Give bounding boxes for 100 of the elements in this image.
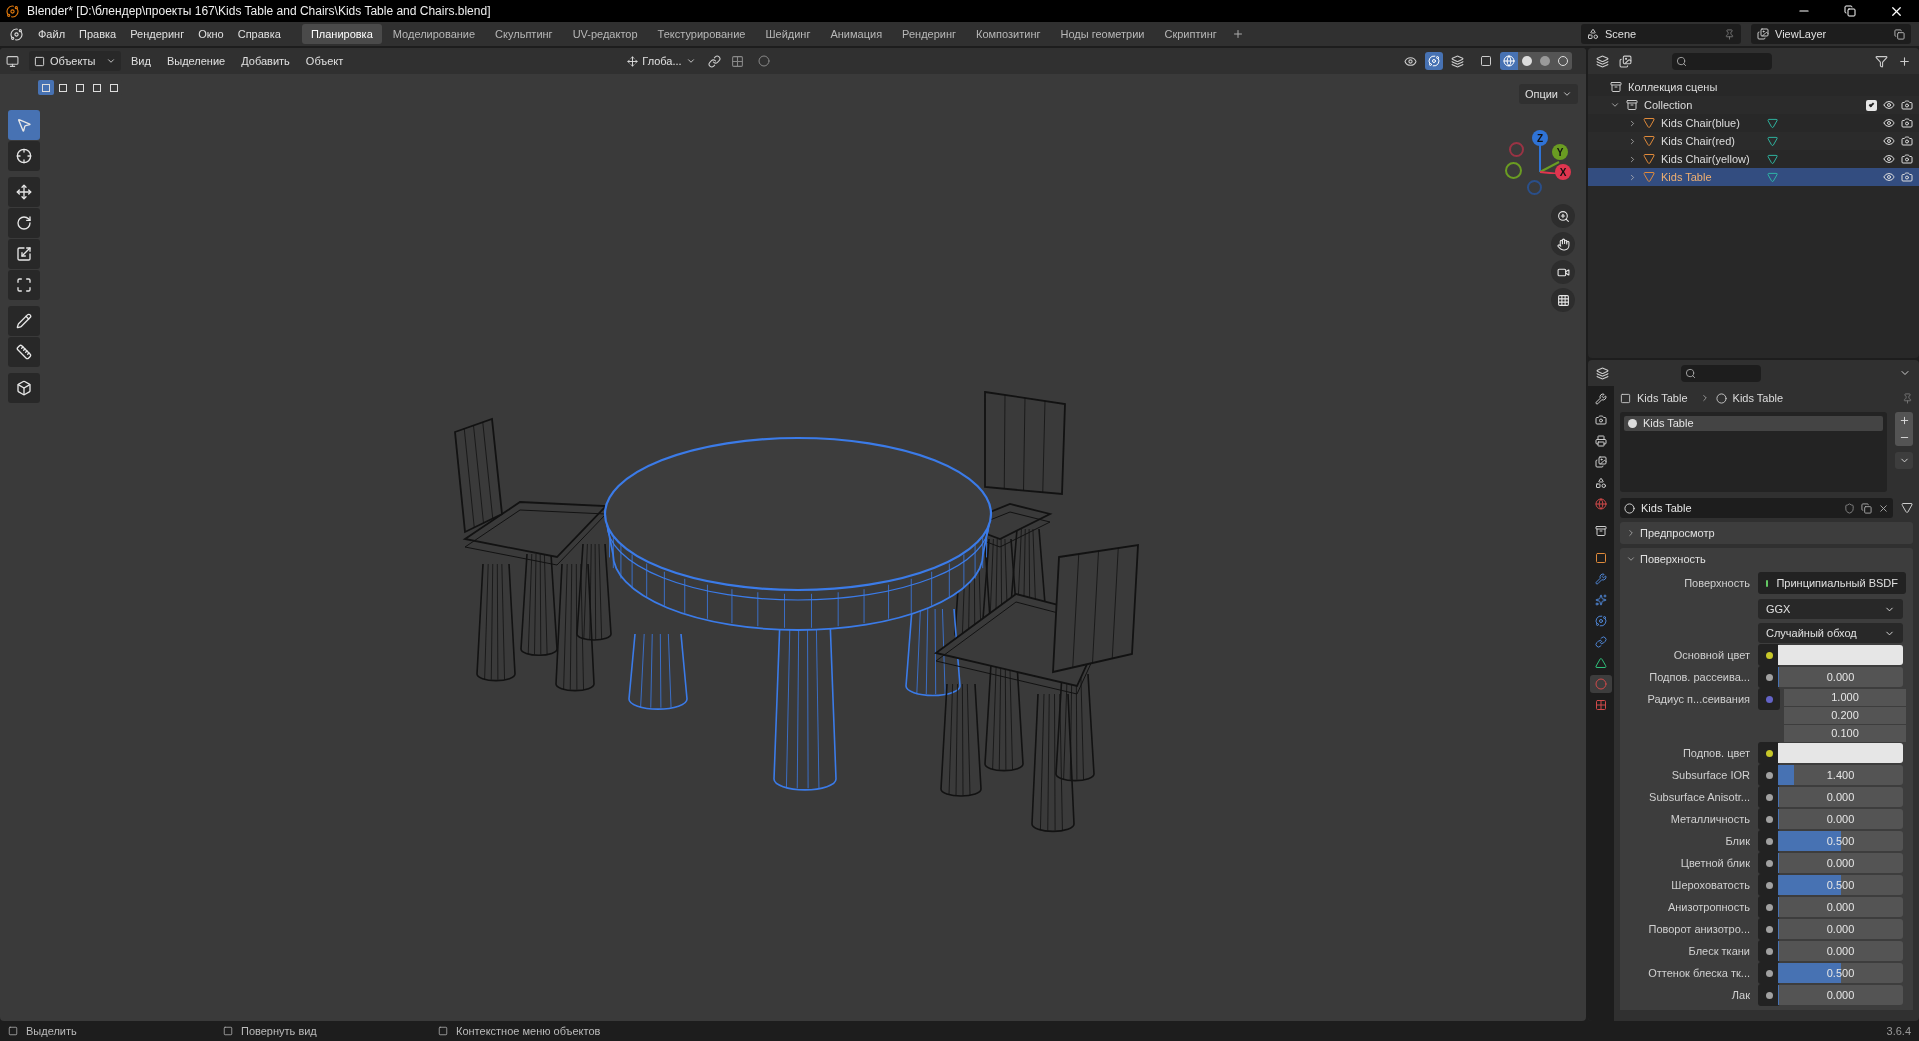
value-slider[interactable]: 1.400: [1778, 765, 1903, 785]
add-icon[interactable]: [1231, 28, 1244, 40]
shader-field[interactable]: Принципиальный BSDF: [1758, 572, 1906, 594]
tool-button[interactable]: [8, 141, 40, 171]
eye-icon[interactable]: [1883, 135, 1895, 147]
camera-icon[interactable]: [1901, 135, 1913, 147]
menu-item[interactable]: Рендеринг: [123, 24, 192, 44]
workspace-tab[interactable]: Анимация: [821, 24, 892, 44]
workspace-tab[interactable]: Моделирование: [383, 24, 485, 44]
shapes-icon: [1595, 477, 1607, 489]
close-icon[interactable]: [1878, 502, 1889, 514]
triangle-icon: [1595, 657, 1607, 669]
camera-icon[interactable]: [1901, 117, 1913, 129]
eye-icon[interactable]: [1883, 153, 1895, 165]
workspace-tab[interactable]: Скульптинг: [486, 24, 562, 44]
vector-field[interactable]: 0.200: [1784, 706, 1906, 724]
menu-item[interactable]: Справка: [230, 24, 288, 44]
visibility-icon[interactable]: [1404, 54, 1417, 68]
menu-item[interactable]: Правка: [72, 24, 124, 44]
pan-button[interactable]: [1551, 232, 1575, 256]
link-icon: [1595, 636, 1607, 648]
color-swatch[interactable]: [1778, 743, 1903, 763]
dropdown[interactable]: GGX: [1758, 599, 1903, 619]
zoom-button[interactable]: [1551, 204, 1575, 228]
solid-shading-button[interactable]: [1518, 52, 1536, 70]
outliner-item[interactable]: Collection: [1644, 96, 1693, 114]
menu-item[interactable]: Выделение: [160, 51, 232, 71]
outliner-row[interactable]: Kids Chair(yellow): [1588, 150, 1919, 168]
remove-slot-button[interactable]: [1895, 429, 1913, 446]
menu-item[interactable]: Объект: [299, 51, 350, 71]
slider-value: 0.000: [1826, 811, 1855, 827]
material-slot[interactable]: Kids Table: [1624, 416, 1883, 431]
eye-icon[interactable]: [1883, 171, 1895, 183]
search-field[interactable]: [1672, 52, 1772, 70]
add-slot-button[interactable]: [1895, 412, 1913, 429]
options-dropdown[interactable]: Опции: [1518, 84, 1578, 104]
value-slider[interactable]: 0.000: [1778, 897, 1903, 917]
workspace-tab[interactable]: Планировка: [301, 24, 382, 44]
copy-icon[interactable]: [1861, 502, 1872, 514]
mode-dropdown[interactable]: Объекты: [29, 51, 121, 71]
vector-field[interactable]: 1.000: [1784, 688, 1906, 706]
app-menu-icon[interactable]: [10, 27, 23, 41]
wireframe-shading-button[interactable]: [1500, 52, 1518, 70]
window-title: Blender* [D:\блендер\проекты 167\Kids Table and Chairs\Kids Table and Chairs.blend]: [27, 3, 491, 20]
outliner-row[interactable]: Kids Table: [1588, 168, 1919, 186]
tool-button[interactable]: [8, 373, 40, 403]
workspace-tab[interactable]: Текстурирование: [648, 24, 755, 44]
tool-button[interactable]: [8, 270, 40, 300]
workspace-tab[interactable]: Шейдинг: [756, 24, 820, 44]
outliner-row[interactable]: Kids Chair(blue): [1588, 114, 1919, 132]
workspace-tab[interactable]: Композитинг: [967, 24, 1050, 44]
outliner-item[interactable]: Коллекция сцены: [1628, 78, 1718, 96]
orientation-dropdown[interactable]: Глоба...: [623, 51, 700, 71]
checkbox[interactable]: [1866, 99, 1877, 111]
camera-icon[interactable]: [1901, 153, 1913, 165]
camera-icon[interactable]: [1901, 171, 1913, 183]
panel-header[interactable]: Предпросмотр: [1620, 522, 1913, 544]
grid-button[interactable]: [1551, 288, 1575, 312]
value-slider[interactable]: 0.000: [1778, 985, 1903, 1005]
workspace-tab[interactable]: Скриптинг: [1155, 24, 1226, 44]
tool-button[interactable]: [8, 208, 40, 238]
menu-item[interactable]: Окно: [191, 24, 231, 44]
camera-icon[interactable]: [1901, 99, 1913, 111]
value-slider[interactable]: 0.000: [1778, 809, 1903, 829]
eye-icon[interactable]: [1883, 117, 1895, 129]
panel-header[interactable]: Поверхность: [1620, 548, 1913, 570]
menu-item[interactable]: Вид: [125, 51, 157, 71]
eye-icon[interactable]: [1883, 99, 1895, 111]
workspace-tab[interactable]: UV-редактор: [563, 24, 647, 44]
mesh-data-icon[interactable]: [1901, 502, 1913, 514]
images-icon: [1595, 456, 1607, 468]
value-slider[interactable]: 0.000: [1778, 787, 1903, 807]
shield-icon[interactable]: [1844, 502, 1855, 514]
menu-item[interactable]: Добавить: [235, 51, 296, 71]
color-swatch[interactable]: [1778, 645, 1903, 665]
value-slider[interactable]: 0.000: [1778, 667, 1903, 687]
value-slider[interactable]: 0.000: [1778, 853, 1903, 873]
slot-menu-button[interactable]: [1895, 452, 1913, 469]
view-layer-selector[interactable]: ViewLayer: [1751, 24, 1911, 44]
select-mode-button[interactable]: [38, 80, 54, 95]
images-icon[interactable]: [1619, 54, 1632, 68]
material-field[interactable]: Kids Table: [1620, 498, 1893, 518]
scene-selector[interactable]: Scene: [1581, 24, 1741, 44]
dropdown[interactable]: Случайный обход: [1758, 623, 1903, 643]
tool-button[interactable]: [8, 239, 40, 269]
value-slider[interactable]: 0.000: [1778, 919, 1903, 939]
workspace-tab[interactable]: Ноды геометрии: [1051, 24, 1154, 44]
menu-item[interactable]: Файл: [31, 24, 73, 44]
add-icon[interactable]: [1898, 54, 1911, 68]
value-slider[interactable]: 0.000: [1778, 941, 1903, 961]
filter-icon[interactable]: [1875, 54, 1888, 68]
tool-button[interactable]: [8, 337, 40, 367]
camera-button[interactable]: [1551, 260, 1575, 284]
search-field[interactable]: [1681, 364, 1761, 382]
vector-field[interactable]: 0.100: [1784, 724, 1906, 742]
workspace-tab[interactable]: Рендеринг: [893, 24, 966, 44]
gizmo-toggle[interactable]: [1425, 52, 1443, 70]
tool-button[interactable]: [8, 177, 40, 207]
tool-button[interactable]: [8, 306, 40, 336]
render-shading-button[interactable]: [1554, 52, 1572, 70]
